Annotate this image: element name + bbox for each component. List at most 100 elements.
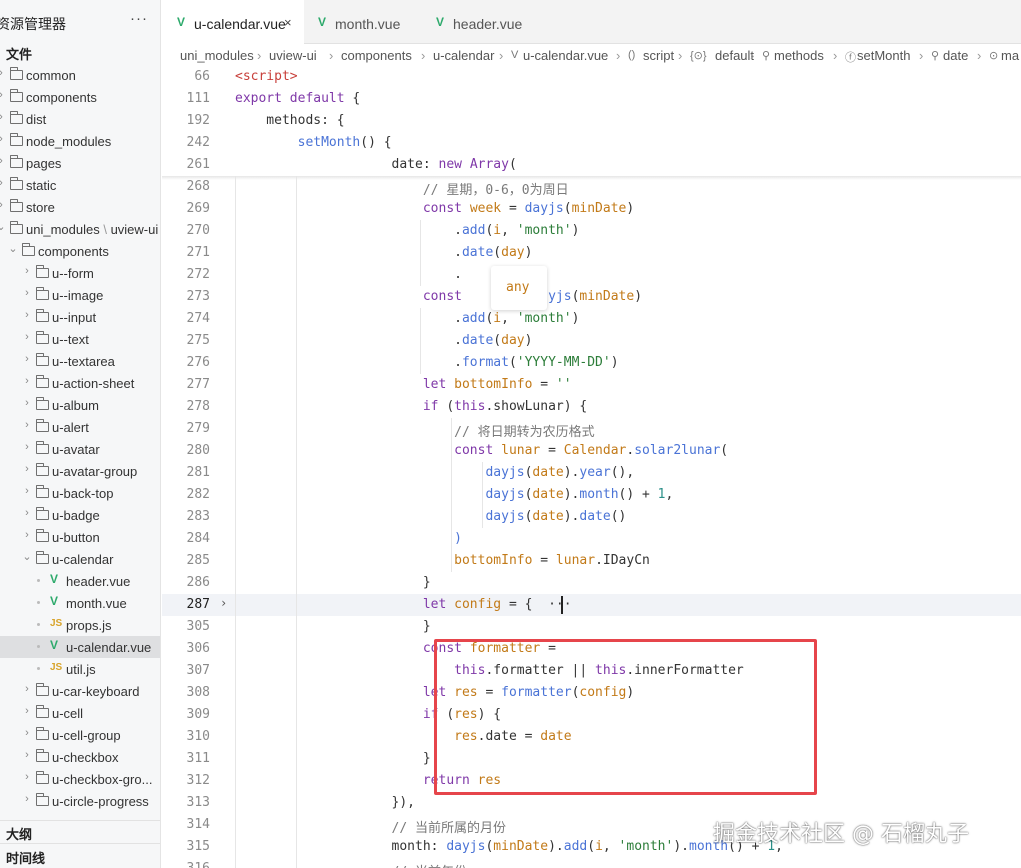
chevron-right-icon[interactable]: › xyxy=(22,441,32,453)
chevron-right-icon[interactable]: › xyxy=(22,705,32,717)
breadcrumb-item[interactable]: methods xyxy=(774,48,824,63)
breadcrumb-item[interactable]: setMonth xyxy=(857,48,910,63)
tree-item-props-js[interactable]: JS props.js xyxy=(0,614,160,636)
tree-item-u-button[interactable]: › u-button xyxy=(0,526,160,548)
code-line: 275 .date(day) xyxy=(162,330,1021,352)
line-number: 309 xyxy=(186,707,210,722)
breadcrumb-item[interactable]: uview-ui xyxy=(269,48,317,63)
chevron-right-icon[interactable]: › xyxy=(22,463,32,475)
tree-item-components[interactable]: ⌄ components xyxy=(0,240,160,262)
tree-item-u-checkbox-gro-[interactable]: › u-checkbox-gro... xyxy=(0,768,160,790)
chevron-right-icon[interactable]: › xyxy=(0,89,6,101)
breadcrumb-item[interactable]: components xyxy=(341,48,412,63)
fold-expand-icon[interactable]: › xyxy=(220,596,227,610)
tree-item-u-alert[interactable]: › u-alert xyxy=(0,416,160,438)
tab-header-vue[interactable]: V header.vue xyxy=(422,0,544,44)
chevron-right-icon[interactable]: › xyxy=(0,67,6,79)
tree-item-u-back-top[interactable]: › u-back-top xyxy=(0,482,160,504)
breadcrumb-item[interactable]: u-calendar.vue xyxy=(523,48,608,63)
tree-item-dist[interactable]: › dist xyxy=(0,108,160,130)
chevron-right-icon[interactable]: › xyxy=(22,683,32,695)
tree-item-common[interactable]: › common xyxy=(0,64,160,86)
tree-item-u-image[interactable]: › u--image xyxy=(0,284,160,306)
chevron-down-icon[interactable]: ⌄ xyxy=(0,220,6,233)
chevron-right-icon[interactable]: › xyxy=(22,419,32,431)
tree-item-u-cell-group[interactable]: › u-cell-group xyxy=(0,724,160,746)
tree-item-uni-modules[interactable]: ⌄ uni_modules \ uview-ui xyxy=(0,218,160,240)
files-section-header[interactable]: 文件 xyxy=(6,44,32,63)
code-line: 316 // 当前年份 xyxy=(162,858,1021,868)
tree-item-u-badge[interactable]: › u-badge xyxy=(0,504,160,526)
tree-item-u-car-keyboard[interactable]: › u-car-keyboard xyxy=(0,680,160,702)
breadcrumb-item[interactable]: u-calendar xyxy=(433,48,494,63)
chevron-right-icon[interactable]: › xyxy=(22,331,32,343)
tree-item-u-form[interactable]: › u--form xyxy=(0,262,160,284)
vue-file-icon: V xyxy=(50,594,59,608)
tree-item-u-cell[interactable]: › u-cell xyxy=(0,702,160,724)
tree-item-header-vue[interactable]: Vheader.vue xyxy=(0,570,160,592)
tree-item-u-avatar-group[interactable]: › u-avatar-group xyxy=(0,460,160,482)
tree-item-u-checkbox[interactable]: › u-checkbox xyxy=(0,746,160,768)
tree-item-static[interactable]: › static xyxy=(0,174,160,196)
tree-item-u-text[interactable]: › u--text xyxy=(0,328,160,350)
folder-icon xyxy=(10,221,23,234)
tree-indent-dot xyxy=(37,601,40,604)
breadcrumb-item[interactable]: ma xyxy=(1001,48,1019,63)
chevron-right-icon[interactable]: › xyxy=(22,309,32,321)
tree-item-u-circle-progress[interactable]: › u-circle-progress xyxy=(0,790,160,812)
chevron-right-icon[interactable]: › xyxy=(22,793,32,805)
chevron-down-icon[interactable]: ⌄ xyxy=(8,242,18,255)
tree-item-u-input[interactable]: › u--input xyxy=(0,306,160,328)
outline-panel-header[interactable]: 大纲 xyxy=(0,820,160,842)
tree-item-store[interactable]: › store xyxy=(0,196,160,218)
chevron-right-icon[interactable]: › xyxy=(22,529,32,541)
code-line: 284 ) xyxy=(162,528,1021,550)
explorer-sidebar: 资源管理器 ··· 文件 › common › components › dist › nod… xyxy=(0,0,161,868)
chevron-right-icon[interactable]: › xyxy=(22,375,32,387)
code-line: 313 }), xyxy=(162,792,1021,814)
chevron-right-icon[interactable]: › xyxy=(22,353,32,365)
code-text: // 当前年份 xyxy=(235,861,467,868)
code-line: 281 dayjs(date).year(), xyxy=(162,462,1021,484)
breadcrumb-item[interactable]: script xyxy=(643,48,674,63)
breadcrumb-item[interactable]: date xyxy=(943,48,968,63)
chevron-right-icon[interactable]: › xyxy=(22,265,32,277)
tree-item-u-textarea[interactable]: › u--textarea xyxy=(0,350,160,372)
tree-item-u-avatar[interactable]: › u-avatar xyxy=(0,438,160,460)
tab-u-calendar-vue[interactable]: V u-calendar.vue × xyxy=(162,0,304,45)
tree-item-u-calendar[interactable]: ⌄ u-calendar xyxy=(0,548,160,570)
chevron-right-icon[interactable]: › xyxy=(0,111,6,123)
line-number: 242 xyxy=(186,135,210,150)
tree-item-util-js[interactable]: JS util.js xyxy=(0,658,160,680)
chevron-right-icon[interactable]: › xyxy=(22,727,32,739)
tab-month-vue[interactable]: V month.vue xyxy=(304,0,422,44)
tree-item-u-album[interactable]: › u-album xyxy=(0,394,160,416)
tree-item-pages[interactable]: › pages xyxy=(0,152,160,174)
timeline-panel-header[interactable]: 时间线 xyxy=(0,843,160,868)
tree-item-u-action-sheet[interactable]: › u-action-sheet xyxy=(0,372,160,394)
chevron-right-icon[interactable]: › xyxy=(0,155,6,167)
breadcrumb-item[interactable]: uni_modules xyxy=(180,48,254,63)
tree-item-label: dist xyxy=(26,112,47,127)
chevron-right-icon[interactable]: › xyxy=(22,507,32,519)
chevron-right-icon[interactable]: › xyxy=(0,133,6,145)
chevron-right-icon[interactable]: › xyxy=(22,287,32,299)
folder-icon xyxy=(36,507,49,520)
tree-item-month-vue[interactable]: Vmonth.vue xyxy=(0,592,160,614)
chevron-down-icon[interactable]: ⌄ xyxy=(22,550,32,563)
chevron-right-icon[interactable]: › xyxy=(22,397,32,409)
tree-item-u-calendar-vue[interactable]: Vu-calendar.vue xyxy=(0,636,160,658)
close-tab-icon[interactable]: × xyxy=(284,15,292,30)
chevron-right-icon[interactable]: › xyxy=(22,771,32,783)
tree-item-node-modules[interactable]: › node_modules xyxy=(0,130,160,152)
folder-icon xyxy=(10,111,23,124)
chevron-right-icon[interactable]: › xyxy=(22,485,32,497)
code-text: }), xyxy=(235,795,416,810)
chevron-right-icon[interactable]: › xyxy=(22,749,32,761)
tree-item-components[interactable]: › components xyxy=(0,86,160,108)
code-area[interactable]: 66 <script> 111 export default {192 methods… xyxy=(162,66,1021,868)
breadcrumb-item[interactable]: default xyxy=(715,48,754,63)
chevron-right-icon[interactable]: › xyxy=(0,177,6,189)
chevron-right-icon[interactable]: › xyxy=(0,199,6,211)
more-actions-icon[interactable]: ··· xyxy=(130,10,148,27)
